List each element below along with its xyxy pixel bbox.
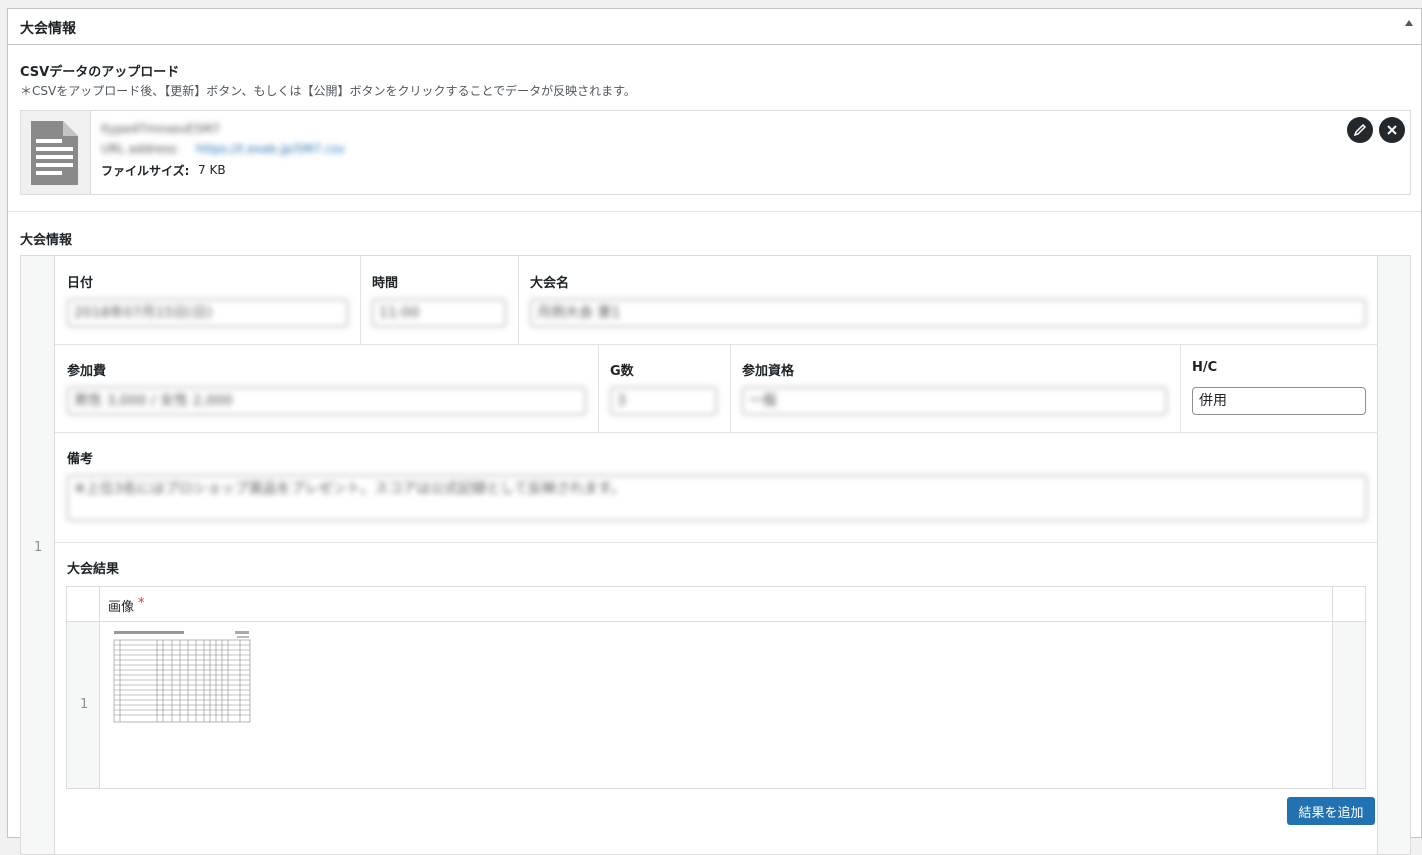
section-divider [8, 211, 1421, 212]
cell-divider [518, 256, 519, 344]
date-field: 日付 2018年07月15日(日) [55, 256, 360, 344]
fee-label: 参加費 [67, 364, 107, 379]
file-name: ltype4TmnxevE5M7 [101, 122, 220, 136]
fee-input[interactable]: 男性 3,000 / 女性 2,000 [67, 387, 586, 415]
header-actions-cell [1332, 587, 1365, 621]
metabox-title: 大会情報 [20, 21, 76, 37]
tournament-repeater: 1 日付 2018年07月15日(日) 時間 11:00 大会名 月例大会 第1… [20, 255, 1411, 855]
pencil-icon [1353, 123, 1367, 137]
row-drag-handle[interactable]: 1 [21, 256, 55, 854]
notes-label: 備考 [67, 452, 94, 467]
time-field: 時間 11:00 [360, 256, 518, 344]
collapse-arrow-icon[interactable] [1405, 20, 1413, 26]
games-field: G数 3 [598, 344, 730, 432]
hc-label: H/C [1192, 360, 1218, 375]
qualification-label: 参加資格 [742, 364, 795, 379]
file-url-link[interactable]: https://t.exab.jp/5M7.csv [196, 142, 345, 156]
cell-divider [360, 256, 361, 344]
file-size-label: ファイルサイズ: [101, 164, 190, 178]
csv-file-preview: ltype4TmnxevE5M7 URL address: https://t.… [20, 110, 1411, 195]
tournament-name-input[interactable]: 月例大会 第1 [530, 299, 1366, 327]
metabox-header[interactable]: 大会情報 [8, 9, 1421, 45]
tournament-metabox: 大会情報 CSVデータのアップロード ＊CSVをアップロード後、【更新】ボタン、… [7, 8, 1422, 855]
results-table: 1 画像 * [66, 586, 1366, 789]
file-url-label: URL address: [101, 142, 180, 156]
document-icon [21, 111, 91, 194]
games-input[interactable]: 3 [610, 387, 717, 415]
notes-textarea[interactable]: ※上位3名にはプロショップ賞品をプレゼント。スコアは公式記録として反映されます。 [67, 475, 1367, 521]
csv-upload-heading: CSVデータのアップロード [20, 65, 180, 80]
cell-divider [1180, 344, 1181, 432]
results-label: 大会結果 [67, 562, 120, 577]
remove-file-button[interactable] [1379, 117, 1405, 143]
qualification-input[interactable]: 一般 [742, 387, 1167, 415]
tournament-name-field: 大会名 月例大会 第1 [518, 256, 1378, 344]
cell-divider [730, 344, 731, 432]
image-column-header: 画像 [108, 600, 135, 615]
results-table-header: 画像 * [67, 587, 1365, 622]
result-image-thumbnail[interactable] [113, 630, 251, 725]
results-row-number: 1 [80, 697, 89, 712]
notes-field: 備考 ※上位3名にはプロショップ賞品をプレゼント。スコアは公式記録として反映され… [55, 432, 1378, 542]
required-mark: * [138, 596, 145, 611]
date-input[interactable]: 2018年07月15日(日) [67, 299, 348, 327]
games-label: G数 [610, 364, 634, 379]
time-input[interactable]: 11:00 [372, 299, 506, 327]
tournament-name-label: 大会名 [530, 276, 570, 291]
csv-upload-description: ＊CSVをアップロード後、【更新】ボタン、もしくは【公開】ボタンをクリックするこ… [20, 84, 636, 98]
file-size-value: 7 KB [198, 163, 226, 177]
hc-field: H/C 併用 [1180, 344, 1378, 432]
close-icon [1387, 125, 1397, 135]
cell-divider [598, 344, 599, 432]
row-actions-column[interactable] [1377, 256, 1410, 854]
time-label: 時間 [372, 276, 399, 291]
add-result-button[interactable]: 結果を追加 [1287, 797, 1375, 825]
row-number: 1 [34, 540, 43, 555]
hc-input[interactable]: 併用 [1192, 387, 1366, 415]
header-handle-cell [67, 587, 100, 621]
tournament-section-title: 大会情報 [20, 233, 73, 248]
row-divider [55, 542, 1378, 543]
edit-file-button[interactable] [1347, 117, 1373, 143]
date-label: 日付 [67, 276, 94, 291]
qualification-field: 参加資格 一般 [730, 344, 1180, 432]
fee-field: 参加費 男性 3,000 / 女性 2,000 [55, 344, 598, 432]
